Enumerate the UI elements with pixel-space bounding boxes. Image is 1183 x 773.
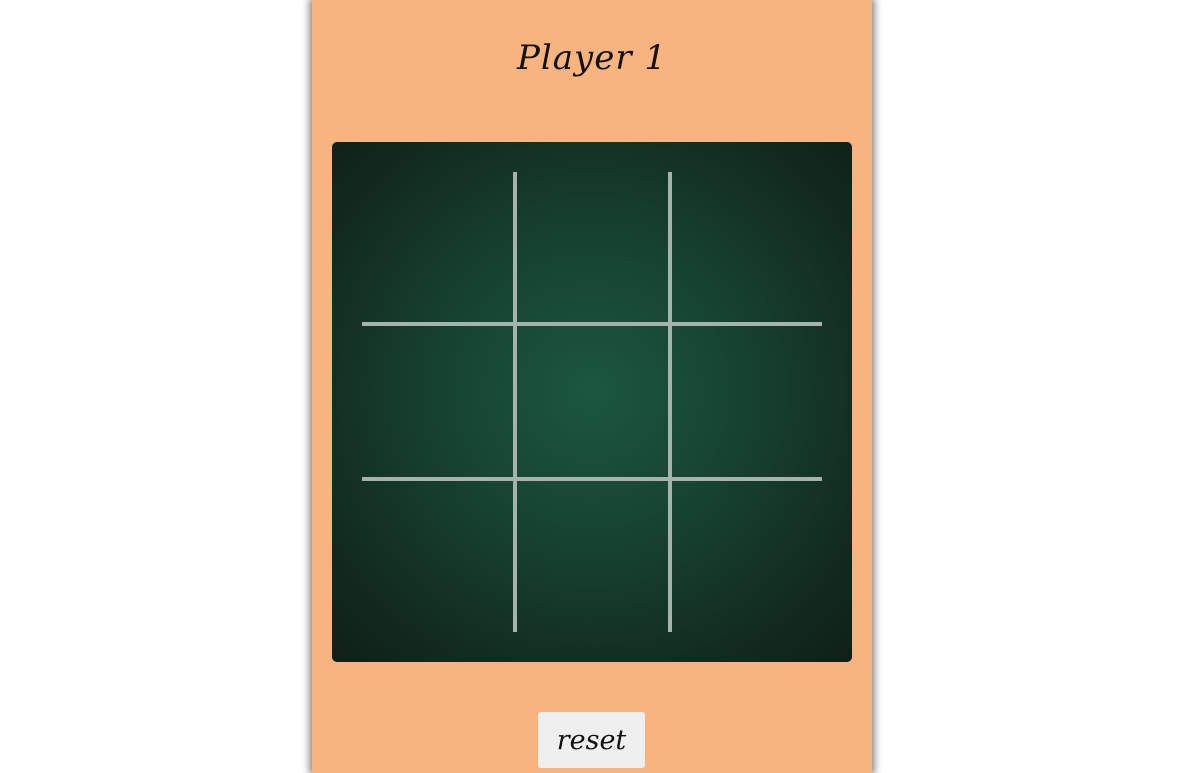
board-cell-9[interactable]: [671, 481, 825, 635]
game-board: [332, 142, 852, 662]
board-cell-6[interactable]: [671, 326, 825, 480]
board-cell-8[interactable]: [516, 481, 670, 635]
game-panel: Player 1 reset: [312, 0, 872, 773]
board-cell-2[interactable]: [516, 172, 670, 326]
board-cell-1[interactable]: [362, 172, 516, 326]
board-cell-5[interactable]: [516, 326, 670, 480]
board-cell-3[interactable]: [671, 172, 825, 326]
board-cell-4[interactable]: [362, 326, 516, 480]
board-cell-7[interactable]: [362, 481, 516, 635]
current-player-label: Player 1: [516, 38, 668, 78]
reset-button[interactable]: reset: [538, 712, 645, 768]
